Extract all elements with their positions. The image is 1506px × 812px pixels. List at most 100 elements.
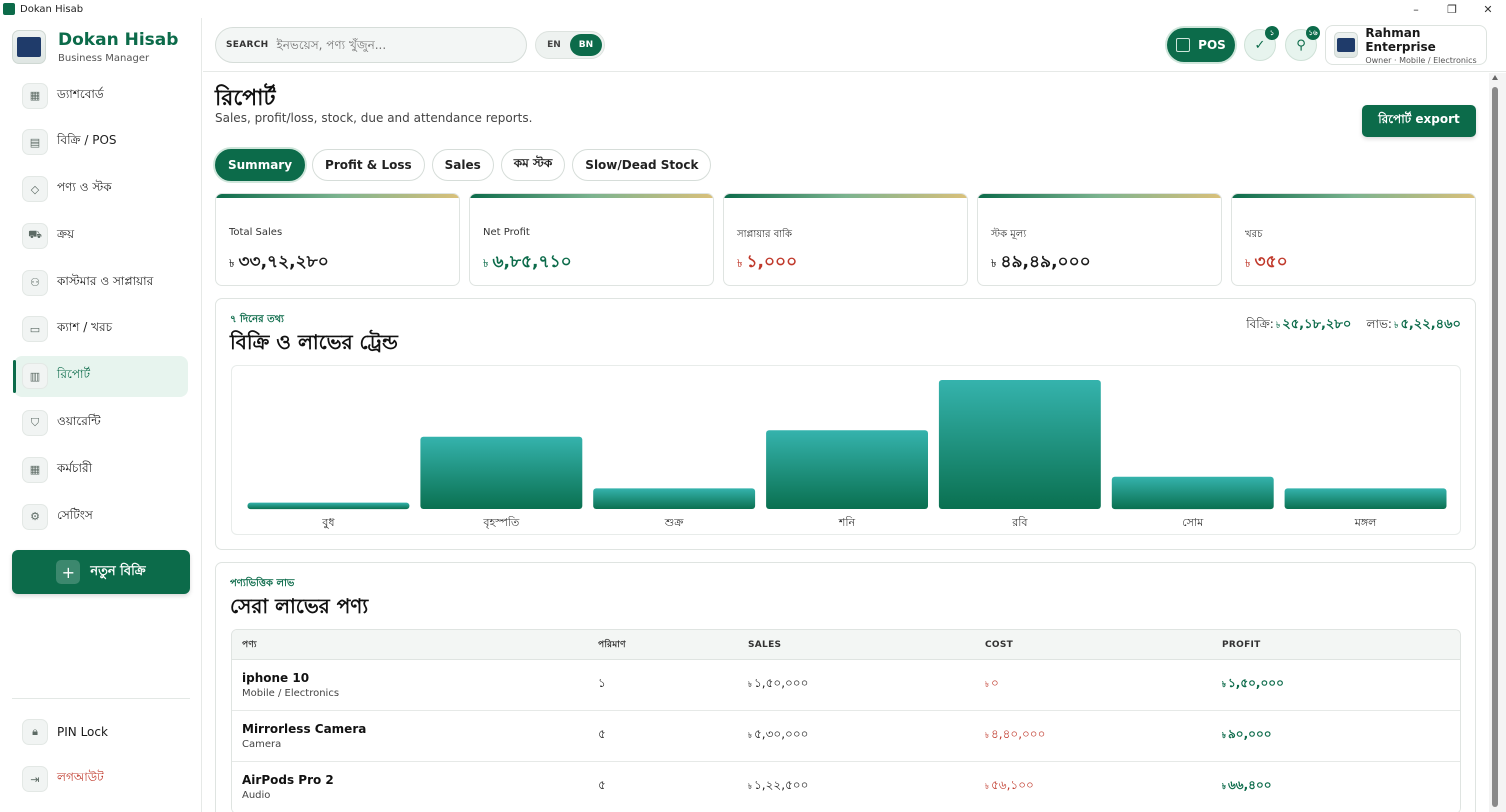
scroll-up-arrow[interactable] bbox=[1492, 75, 1498, 80]
new-sale-button[interactable]: + নতুন বিক্রি bbox=[12, 550, 190, 594]
kpi-value: ৳ ৩৫০ bbox=[1245, 252, 1288, 272]
tab-sales[interactable]: Sales bbox=[431, 149, 494, 181]
lang-bn-option[interactable]: BN bbox=[570, 34, 602, 56]
sidebar-item-customers[interactable]: ⚇ কাস্টমার ও সাপ্লায়ার bbox=[14, 262, 188, 303]
chart-bar-1[interactable] bbox=[420, 436, 583, 509]
column-header-profit[interactable]: PROFIT bbox=[1222, 640, 1459, 650]
sidebar-item-cash[interactable]: ▭ ক্যাশ / খরচ bbox=[14, 309, 188, 350]
app-icon bbox=[3, 3, 15, 15]
chart-bar-2[interactable] bbox=[593, 488, 756, 509]
trend-title: বিক্রি ও লাভের ট্রেন্ড bbox=[230, 330, 398, 354]
trend-card: ৭ দিনের তথ্য বিক্রি ও লাভের ট্রেন্ড বিক্… bbox=[215, 298, 1476, 550]
pos-button[interactable]: POS bbox=[1167, 28, 1235, 62]
trend-chart: বুধ বৃহস্পতি শুক্র শনি রবি সোম মঙ্গল bbox=[231, 365, 1461, 535]
chart-bar-0[interactable] bbox=[247, 502, 410, 510]
chart-bar-5[interactable] bbox=[1111, 476, 1274, 510]
tools-button[interactable]: ⚲ ১৬ bbox=[1285, 26, 1320, 61]
trend-sales-value: ২৫,১৮,২৮০ bbox=[1282, 317, 1352, 332]
kpi-value: ৳ ১,০০০ bbox=[737, 252, 798, 272]
wrench-icon: ⚲ bbox=[1296, 37, 1306, 53]
receipt-icon: ▤ bbox=[22, 129, 48, 156]
column-header-product[interactable]: পণ্য bbox=[232, 637, 598, 652]
lang-en-option[interactable]: EN bbox=[538, 34, 570, 56]
gear-icon: ⚙ bbox=[22, 503, 48, 530]
calendar-icon: ▦ bbox=[22, 456, 48, 483]
tools-badge: ১৬ bbox=[1306, 26, 1320, 40]
sidebar-item-label: রিপোর্ট bbox=[57, 367, 91, 382]
product-cost: ৳ ৫৬,১০০ bbox=[985, 778, 1034, 792]
trend-sales-label: বিক্রি: bbox=[1246, 317, 1274, 331]
chart-category-label-6: মঙ্গল bbox=[1354, 516, 1377, 529]
avatar bbox=[1334, 32, 1359, 58]
table-row[interactable]: iphone 10 Mobile / Electronics ১ ৳ ১,৫০,০… bbox=[232, 660, 1460, 711]
tab-slow-dead-stock[interactable]: Slow/Dead Stock bbox=[572, 149, 712, 181]
table-row[interactable]: AirPods Pro 2 Audio ৫ ৳ ১,২২,৫০০ ৳ ৫৬,১০০ … bbox=[232, 762, 1460, 812]
chart-bar-6[interactable] bbox=[1284, 488, 1447, 509]
sidebar-item-warranty[interactable]: ⛉ ওয়ারেন্টি bbox=[14, 403, 188, 444]
profile-name: Rahman Enterprise bbox=[1365, 25, 1436, 54]
column-header-cost[interactable]: COST bbox=[985, 640, 1222, 650]
chart-bar-3[interactable] bbox=[766, 430, 928, 509]
table-row[interactable]: Mirrorless Camera Camera ৫ ৳ ৫,৩০,০০০ ৳ ৪,… bbox=[232, 711, 1460, 762]
trend-kicker: ৭ দিনের তথ্য bbox=[230, 314, 284, 325]
page-subtitle: Sales, profit/loss, stock, due and atten… bbox=[215, 111, 533, 125]
sidebar-item-products[interactable]: ◇ পণ্য ও স্টক bbox=[14, 169, 188, 210]
product-qty: ৫ bbox=[598, 778, 606, 792]
column-header-qty[interactable]: পরিমাণ bbox=[598, 637, 748, 652]
logout-button[interactable]: ⇥ লগআউট bbox=[14, 761, 188, 797]
search-box[interactable]: SEARCH bbox=[215, 27, 527, 63]
product-category: Audio bbox=[242, 790, 271, 801]
minimize-button[interactable]: – bbox=[1398, 0, 1434, 18]
window-titlebar: Dokan Hisab – ❐ ✕ bbox=[0, 0, 1506, 18]
wallet-icon: ▭ bbox=[22, 316, 48, 343]
pin-lock-label: PIN Lock bbox=[57, 725, 108, 739]
product-name: AirPods Pro 2 bbox=[242, 773, 334, 787]
scrollbar-thumb[interactable] bbox=[1492, 87, 1498, 807]
tab-summary[interactable]: Summary bbox=[215, 149, 306, 181]
chart-category-label-4: রবি bbox=[1011, 516, 1028, 529]
sidebar-item-settings[interactable]: ⚙ সেটিংস bbox=[14, 496, 188, 537]
chart-bar-4[interactable] bbox=[938, 380, 1101, 509]
sidebar-item-employees[interactable]: ▦ কর্মচারী bbox=[14, 449, 188, 490]
top-products-table: পণ্য পরিমাণ SALES COST PROFIT iphone 10 … bbox=[231, 629, 1461, 812]
main-scrollbar[interactable] bbox=[1489, 73, 1506, 812]
users-icon: ⚇ bbox=[22, 269, 48, 296]
kpi-stock-value: স্টক মূল্য ৳ ৪৯,৪৯,০০০ bbox=[977, 193, 1222, 286]
close-button[interactable]: ✕ bbox=[1470, 0, 1506, 18]
product-qty: ১ bbox=[598, 676, 606, 690]
tab-profit-loss[interactable]: Profit & Loss bbox=[312, 149, 425, 181]
bar-chart-icon: ▥ bbox=[22, 363, 48, 390]
language-toggle[interactable]: EN BN bbox=[535, 31, 605, 59]
kpi-row: Total Sales ৳ ৩৩,৭২,২৮০ Net Profit ৳ ৬,৮৫,… bbox=[215, 193, 1476, 286]
sidebar-item-dashboard[interactable]: ▦ ড্যাশবোর্ড bbox=[14, 75, 188, 116]
column-header-sales[interactable]: SALES bbox=[748, 640, 985, 650]
tab-low-stock[interactable]: কম স্টক bbox=[500, 149, 566, 181]
plus-icon: + bbox=[56, 560, 81, 584]
profile-card[interactable]: Rahman Enterprise Owner · Mobile / Elect… bbox=[1325, 25, 1487, 65]
search-input[interactable] bbox=[276, 38, 507, 52]
product-profit: ৳ ৬৬,৪০০ bbox=[1222, 778, 1272, 792]
sidebar-nav: ▦ ড্যাশবোর্ড ▤ বিক্রি / POS ◇ পণ্য ও স্ট… bbox=[13, 75, 188, 543]
brand[interactable]: Dokan Hisab Business Manager bbox=[12, 30, 178, 64]
kpi-label: Total Sales bbox=[229, 227, 283, 238]
pos-label: POS bbox=[1198, 38, 1226, 52]
new-sale-label: নতুন বিক্রি bbox=[90, 563, 146, 579]
shield-icon: ⛉ bbox=[22, 410, 48, 437]
product-qty: ৫ bbox=[598, 727, 606, 741]
trend-profit-label: লাভ: bbox=[1366, 317, 1392, 331]
sidebar-item-reports[interactable]: ▥ রিপোর্ট bbox=[13, 355, 188, 397]
kpi-label: খরচ bbox=[1245, 229, 1263, 240]
report-export-button[interactable]: রিপোর্ট export bbox=[1362, 105, 1476, 137]
chart-category-label-5: সোম bbox=[1182, 516, 1204, 529]
warranty-button[interactable]: ✓ ১ bbox=[1244, 26, 1279, 61]
kpi-supplier-due: সাপ্লায়ার বাকি ৳ ১,০০০ bbox=[723, 193, 968, 286]
sidebar-item-pos[interactable]: ▤ বিক্রি / POS bbox=[14, 122, 188, 163]
pin-lock-button[interactable]: 🔒︎ PIN Lock bbox=[14, 714, 188, 750]
sidebar-item-label: বিক্রি / POS bbox=[57, 133, 117, 148]
kpi-value: ৳ ৬,৮৫,৭১০ bbox=[483, 252, 572, 272]
main-content: রিপোর্ট Sales, profit/loss, stock, due a… bbox=[203, 73, 1488, 812]
trend-chart-svg: বুধ বৃহস্পতি শুক্র শনি রবি সোম মঙ্গল bbox=[247, 380, 1447, 529]
sidebar-item-purchase[interactable]: ⛟ ক্রয় bbox=[14, 215, 188, 256]
restore-button[interactable]: ❐ bbox=[1434, 0, 1470, 18]
window-title: Dokan Hisab bbox=[20, 3, 84, 15]
